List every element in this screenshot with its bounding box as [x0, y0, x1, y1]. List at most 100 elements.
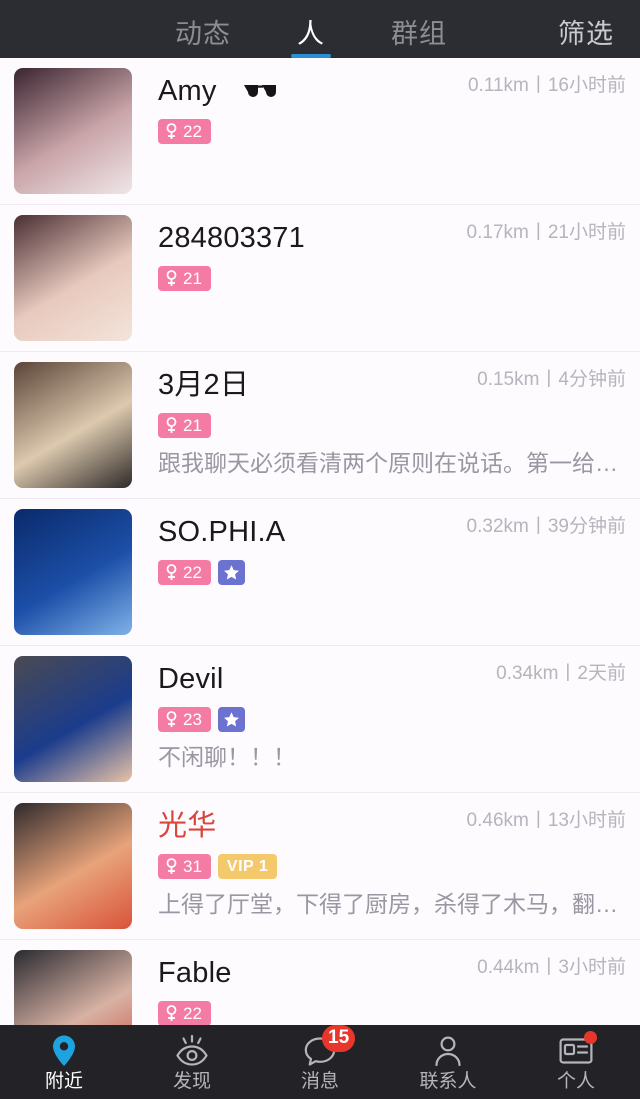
age-gender-badge: 21 [158, 266, 211, 291]
nav-item-label: 发现 [172, 1070, 211, 1092]
female-icon [165, 564, 178, 581]
avatar-image [14, 656, 132, 782]
top-tab-2[interactable]: 人 [291, 21, 331, 58]
chat-bubble-icon: 15 [303, 1024, 356, 1068]
age-gender-badge: 31 [158, 854, 211, 879]
avatar-image [14, 215, 132, 341]
badge-group: 31 VIP 1 [158, 854, 640, 879]
avatar[interactable] [14, 68, 132, 194]
age-value: 22 [183, 562, 202, 582]
nav-item-label: 附近 [44, 1070, 83, 1092]
nav-item-发现[interactable]: 发现 [128, 1025, 256, 1099]
nav-item-个人[interactable]: 个人 [512, 1025, 640, 1099]
avatar[interactable] [14, 215, 132, 341]
age-gender-badge: 22 [158, 119, 211, 144]
age-gender-badge: 22 [158, 1001, 211, 1025]
user-name: 284803371 [158, 221, 305, 254]
list-item-body: Amy 0.11km丨16小时前 22 [132, 68, 640, 194]
signature-text: 不闲聊！！！ [158, 745, 296, 770]
nav-item-label: 消息 [300, 1070, 339, 1092]
id-card-icon [559, 1030, 597, 1068]
star-badge-icon [217, 707, 245, 732]
distance-time-label: 0.44km丨3小时前 [477, 957, 626, 978]
list-item[interactable]: Fable 0.44km丨3小时前 22 [0, 940, 640, 1025]
avatar[interactable] [14, 803, 132, 929]
distance-time-label: 0.32km丨39分钟前 [466, 516, 626, 537]
person-icon [433, 1034, 463, 1068]
avatar-image [14, 509, 132, 635]
avatar[interactable] [14, 362, 132, 488]
nav-item-附近[interactable]: 附近 [0, 1025, 128, 1099]
user-name: 3月2日 [158, 368, 250, 401]
user-name: Fable [158, 956, 232, 989]
user-name: Devil [158, 662, 224, 695]
list-item[interactable]: Amy 0.11km丨16小时前 22 [0, 58, 640, 205]
age-value: 21 [183, 268, 202, 288]
avatar-image [14, 362, 132, 488]
age-value: 23 [183, 709, 202, 729]
list-item[interactable]: SO.PHI.A 0.32km丨39分钟前 22 [0, 499, 640, 646]
top-tabs: 动态 人 群组 [175, 21, 447, 58]
nav-item-label: 个人 [556, 1070, 595, 1092]
top-tab-3[interactable]: 群组 [391, 21, 447, 58]
user-name: 光华 [158, 809, 217, 842]
list-item-body: Fable 0.44km丨3小时前 22 [132, 950, 640, 1025]
list-item-body: Devil 0.34km丨2天前 23 不闲聊！！！ [132, 656, 640, 782]
list-item-body: 光华 0.46km丨13小时前 31 VIP 1 上得了厅堂，下得了厨房，杀得了木马，翻… [132, 803, 640, 929]
distance-time-label: 0.15km丨4分钟前 [477, 369, 626, 390]
badge-group: 21 [158, 266, 640, 291]
list-item-body: 3月2日 0.15km丨4分钟前 21 跟我聊天必须看清两个原则在说话。第一给我发个… [132, 362, 640, 488]
list-item-body: SO.PHI.A 0.32km丨39分钟前 22 [132, 509, 640, 635]
female-icon [165, 417, 178, 434]
badge-group: 22 [158, 1001, 640, 1025]
list-item[interactable]: 光华 0.46km丨13小时前 31 VIP 1 上得了厅堂，下得了厨房，杀得了木马，翻… [0, 793, 640, 940]
age-gender-badge: 21 [158, 413, 211, 438]
top-tab-bar: 动态 人 群组 筛选 [0, 0, 640, 58]
list-item[interactable]: 3月2日 0.15km丨4分钟前 21 跟我聊天必须看清两个原则在说话。第一给我发个… [0, 352, 640, 499]
age-value: 22 [183, 1003, 202, 1023]
avatar-image [14, 950, 132, 1025]
badge-group: 22 [158, 560, 640, 585]
eye-icon [175, 1034, 209, 1068]
bottom-nav-bar: 附近 发现 15 消息 联系人 个人 [0, 1024, 640, 1099]
badge-group: 21 [158, 413, 640, 438]
avatar[interactable] [14, 950, 132, 1025]
age-value: 31 [183, 856, 202, 876]
female-icon [165, 711, 178, 728]
nav-item-联系人[interactable]: 联系人 [384, 1025, 512, 1099]
star-badge-icon [217, 560, 245, 585]
female-icon [165, 123, 178, 140]
list-item-body: 284803371 0.17km丨21小时前 21 [132, 215, 640, 341]
people-list[interactable]: Amy 0.11km丨16小时前 22 284803371 0.17km丨21小时前 21… [0, 58, 640, 1025]
age-value: 22 [183, 121, 202, 141]
badge-group: 23 [158, 707, 640, 732]
signature-text: 跟我聊天必须看清两个原则在说话。第一给我发个… [158, 451, 640, 476]
distance-time-label: 0.34km丨2天前 [496, 663, 626, 684]
unread-count-badge: 15 [322, 1024, 356, 1052]
user-name: Amy [158, 74, 217, 107]
nav-item-label: 联系人 [419, 1070, 477, 1092]
female-icon [165, 270, 178, 287]
list-item[interactable]: Devil 0.34km丨2天前 23 不闲聊！！！ [0, 646, 640, 793]
notification-dot [584, 1030, 597, 1044]
vip-badge: VIP 1 [217, 854, 278, 879]
user-name: SO.PHI.A [158, 515, 286, 548]
location-pin-icon [50, 1034, 78, 1068]
avatar[interactable] [14, 509, 132, 635]
distance-time-label: 0.17km丨21小时前 [466, 222, 626, 243]
top-tab-1[interactable]: 动态 [175, 21, 231, 58]
female-icon [165, 858, 178, 875]
age-gender-badge: 22 [158, 560, 211, 585]
avatar-image [14, 68, 132, 194]
list-item[interactable]: 284803371 0.17km丨21小时前 21 [0, 205, 640, 352]
avatar-image [14, 803, 132, 929]
avatar[interactable] [14, 656, 132, 782]
filter-button[interactable]: 筛选 [558, 21, 614, 48]
nav-item-消息[interactable]: 15 消息 [256, 1024, 384, 1099]
distance-time-label: 0.11km丨16小时前 [467, 75, 626, 96]
badge-group: 22 [158, 119, 640, 144]
age-gender-badge: 23 [158, 707, 211, 732]
age-value: 21 [183, 415, 202, 435]
app-root: 动态 人 群组 筛选 Amy 0.11km丨16小时前 22 284803371 0.17k… [0, 0, 640, 1099]
signature-text: 上得了厅堂，下得了厨房，杀得了木马，翻得了围… [158, 892, 640, 917]
